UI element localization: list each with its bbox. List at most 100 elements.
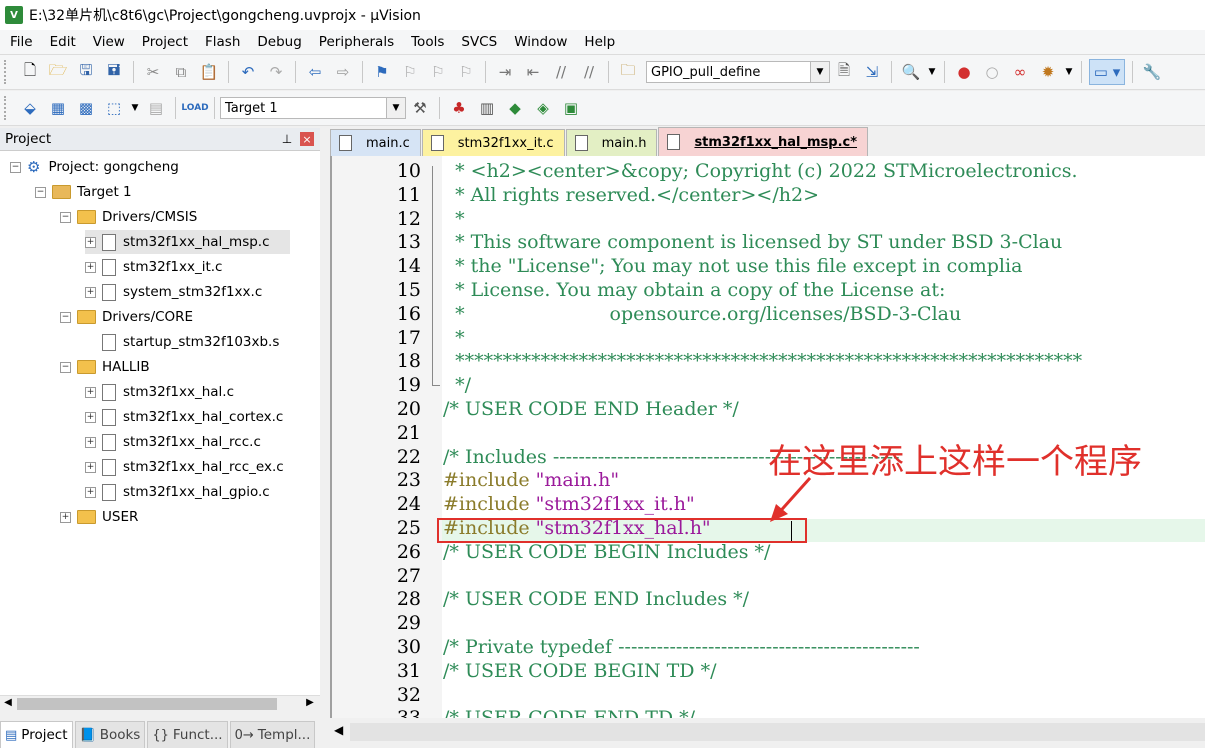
batch-build-icon[interactable]: ⬚	[102, 96, 126, 120]
close-icon[interactable]: ×	[300, 132, 314, 146]
rebuild-icon[interactable]: ▩	[74, 96, 98, 120]
download-load-icon[interactable]: LOAD	[181, 96, 208, 120]
paste-icon[interactable]: 📋	[197, 60, 221, 84]
chevron-down-icon[interactable]: ▼	[1064, 60, 1074, 84]
chevron-down-icon[interactable]: ▼	[810, 62, 829, 82]
tab-books[interactable]: 📘 Books	[74, 721, 146, 748]
undo-icon[interactable]: ↶	[236, 60, 260, 84]
kill-breakpoints-icon[interactable]: ✹	[1036, 60, 1060, 84]
menu-edit[interactable]: Edit	[40, 34, 83, 50]
copy-icon[interactable]: ⧉	[169, 60, 193, 84]
tree-node[interactable]: + stm32f1xx_hal_msp.c	[85, 230, 290, 254]
target-options-icon[interactable]: ⚒	[408, 96, 432, 120]
editor-tab[interactable]: main.c	[330, 129, 421, 156]
tree-node[interactable]: + stm32f1xx_hal_rcc_ex.c	[85, 455, 284, 479]
tab-templates[interactable]: 0→ Templ...	[229, 721, 316, 748]
find-in-files-icon[interactable]: 🗀	[616, 60, 640, 84]
chevron-down-icon[interactable]: ▼	[927, 60, 937, 84]
chevron-down-icon[interactable]: ▼	[386, 98, 405, 118]
incremental-find-icon[interactable]: 🗎	[832, 60, 856, 84]
toolbar-grip[interactable]	[4, 96, 10, 120]
scroll-left-icon[interactable]: ◀	[334, 723, 343, 737]
tree-node[interactable]: + stm32f1xx_it.c	[85, 255, 222, 279]
toolbar-grip[interactable]	[4, 60, 10, 84]
bookmark-icon[interactable]: ⚑	[370, 60, 394, 84]
clear-bookmarks-icon[interactable]: ⚐	[454, 60, 478, 84]
expand-icon[interactable]: +	[85, 486, 96, 498]
menu-file[interactable]: File	[0, 34, 40, 50]
editor-horizontal-scrollbar[interactable]: ◀	[330, 718, 1205, 748]
stop-build-icon[interactable]: ▤	[144, 96, 168, 120]
insert-breakpoint-icon[interactable]: ●	[952, 60, 976, 84]
code-editor[interactable]: 10 * <h2><center>&copy; Copyright (c) 20…	[330, 156, 1205, 718]
prev-bookmark-icon[interactable]: ⚐	[398, 60, 422, 84]
menu-help[interactable]: Help	[574, 34, 622, 50]
redo-icon[interactable]: ↷	[264, 60, 288, 84]
menu-debug[interactable]: Debug	[247, 34, 308, 50]
expand-icon[interactable]: +	[85, 436, 96, 448]
scroll-right-icon[interactable]: ▶	[302, 697, 318, 708]
expand-icon[interactable]: +	[85, 461, 96, 473]
panel-splitter[interactable]	[321, 128, 329, 748]
tree-node[interactable]: + USER	[60, 505, 138, 529]
expand-icon[interactable]: +	[85, 286, 96, 298]
chevron-down-icon[interactable]: ▼	[130, 96, 140, 120]
navigate-back-icon[interactable]: ⇦	[303, 60, 327, 84]
save-icon[interactable]: 🖫	[74, 60, 98, 84]
collapse-icon[interactable]: −	[60, 211, 71, 223]
editor-tab[interactable]: main.h	[565, 129, 658, 156]
collapse-icon[interactable]: −	[60, 361, 71, 373]
menu-svcs[interactable]: SVCS	[451, 34, 504, 50]
scrollbar-track[interactable]	[350, 723, 1205, 741]
editor-tab[interactable]: stm32f1xx_it.c	[421, 129, 565, 156]
navigate-forward-icon[interactable]: ⇨	[331, 60, 355, 84]
editor-tab[interactable]: stm32f1xx_hal_msp.c*	[658, 127, 869, 156]
menu-view[interactable]: View	[83, 34, 132, 50]
disable-all-breakpoints-icon[interactable]: ∞	[1008, 60, 1032, 84]
expand-icon[interactable]: +	[85, 386, 96, 398]
tree-node[interactable]: + system_stm32f1xx.c	[85, 280, 262, 304]
menu-peripherals[interactable]: Peripherals	[309, 34, 401, 50]
target-combo[interactable]: Target 1 ▼	[220, 97, 406, 119]
window-layout-icon[interactable]: ▭ ▾	[1089, 59, 1125, 85]
pack-installer-icon[interactable]: ◈	[531, 96, 555, 120]
collapse-icon[interactable]: −	[10, 161, 21, 173]
collapse-icon[interactable]: −	[35, 186, 46, 198]
manage-project-items-icon[interactable]: ♣	[447, 96, 471, 120]
scrollbar-thumb[interactable]	[17, 698, 277, 710]
tree-node[interactable]: + stm32f1xx_hal.c	[85, 380, 234, 404]
debug-session-icon[interactable]: 🔍	[899, 60, 923, 84]
tree-node[interactable]: + stm32f1xx_hal_rcc.c	[85, 430, 261, 454]
tree-node[interactable]: − ⚙ Project: gongcheng	[10, 155, 179, 179]
tree-node[interactable]: − Target 1	[35, 180, 132, 204]
open-folder-icon[interactable]: 🗁	[46, 60, 70, 84]
translate-icon[interactable]: ⬙	[18, 96, 42, 120]
tree-node[interactable]: + stm32f1xx_hal_cortex.c	[85, 405, 283, 429]
pin-icon[interactable]: ⊥	[280, 132, 294, 146]
menu-tools[interactable]: Tools	[401, 34, 451, 50]
indent-icon[interactable]: ⇥	[493, 60, 517, 84]
expand-icon[interactable]: +	[60, 511, 71, 523]
tab-functions[interactable]: {} Funct...	[147, 721, 228, 748]
expand-icon[interactable]: +	[85, 411, 96, 423]
tree-node[interactable]: − Drivers/CMSIS	[60, 205, 197, 229]
comment-icon[interactable]: //	[549, 60, 573, 84]
browse-icon[interactable]: ⇲	[860, 60, 884, 84]
manage-rte-icon[interactable]: ◆	[503, 96, 527, 120]
uncomment-icon[interactable]: ∕∕	[577, 60, 601, 84]
collapse-icon[interactable]: −	[60, 311, 71, 323]
menu-project[interactable]: Project	[132, 34, 195, 50]
next-bookmark-icon[interactable]: ⚐	[426, 60, 450, 84]
menu-window[interactable]: Window	[504, 34, 574, 50]
unindent-icon[interactable]: ⇤	[521, 60, 545, 84]
scroll-left-icon[interactable]: ◀	[0, 697, 16, 708]
tree-node[interactable]: − Drivers/CORE	[60, 305, 193, 329]
tab-project[interactable]: ▤ Project	[0, 721, 73, 748]
save-all-icon[interactable]: 🖬	[102, 60, 126, 84]
disable-breakpoint-icon[interactable]: ○	[980, 60, 1004, 84]
tree-node[interactable]: + stm32f1xx_hal_gpio.c	[85, 480, 270, 504]
expand-icon[interactable]: +	[85, 261, 96, 273]
tree-node[interactable]: startup_stm32f103xb.s	[85, 330, 279, 354]
expand-icon[interactable]: +	[85, 236, 96, 248]
configure-icon[interactable]: 🔧	[1140, 60, 1164, 84]
